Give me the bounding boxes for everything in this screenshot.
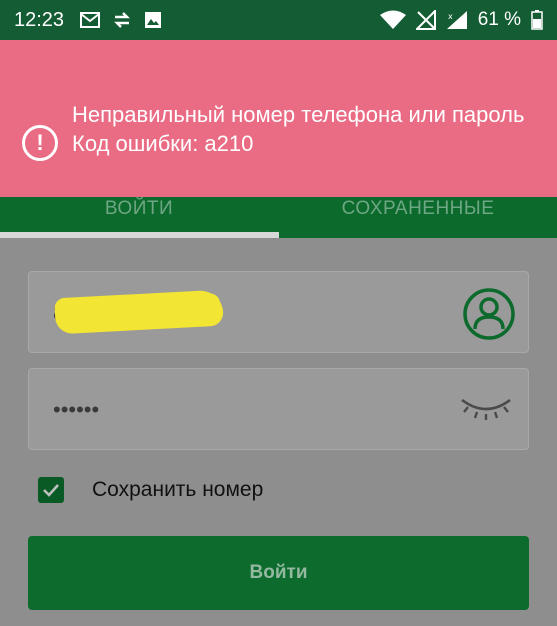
status-bar: 12:23 x 61 % bbox=[0, 0, 557, 40]
wifi-icon bbox=[379, 10, 406, 30]
image-icon bbox=[144, 11, 162, 29]
no-sim-icon bbox=[415, 10, 436, 30]
status-system-icons: x 61 % bbox=[379, 9, 543, 31]
tab-active-indicator bbox=[0, 232, 279, 238]
tab-saved[interactable]: СОХРАНЕННЫЕ bbox=[279, 190, 557, 238]
status-time: 12:23 bbox=[14, 8, 65, 31]
error-message: Неправильный номер телефона или пароль К… bbox=[72, 100, 542, 158]
sync-icon bbox=[112, 11, 132, 29]
mail-icon bbox=[80, 12, 101, 28]
password-input[interactable]: •••••• bbox=[28, 368, 529, 450]
svg-text:x: x bbox=[448, 12, 453, 21]
login-screen: 12:23 x 61 % ВОЙТИ СОХРАНЕННЫЕ ! Неправи… bbox=[0, 0, 557, 626]
password-input-value: •••••• bbox=[53, 397, 100, 422]
battery-percent: 61 % bbox=[477, 9, 521, 30]
status-notification-icons bbox=[80, 11, 162, 29]
error-message-text: Неправильный номер телефона или пароль bbox=[72, 102, 525, 127]
error-code-text: Код ошибки: a210 bbox=[72, 131, 254, 156]
checkmark-icon bbox=[43, 484, 59, 497]
error-banner[interactable]: ! Неправильный номер телефона или пароль… bbox=[0, 40, 557, 197]
battery-icon bbox=[531, 10, 543, 30]
remember-checkbox[interactable] bbox=[38, 477, 64, 503]
tab-login[interactable]: ВОЙТИ bbox=[0, 190, 278, 238]
contact-picker-icon[interactable] bbox=[462, 287, 516, 341]
login-button[interactable]: Войти bbox=[28, 536, 529, 610]
eye-closed-icon[interactable] bbox=[458, 394, 514, 422]
alert-circle-icon: ! bbox=[22, 125, 58, 161]
signal-icon: x bbox=[446, 10, 468, 30]
remember-label[interactable]: Сохранить номер bbox=[92, 478, 263, 502]
